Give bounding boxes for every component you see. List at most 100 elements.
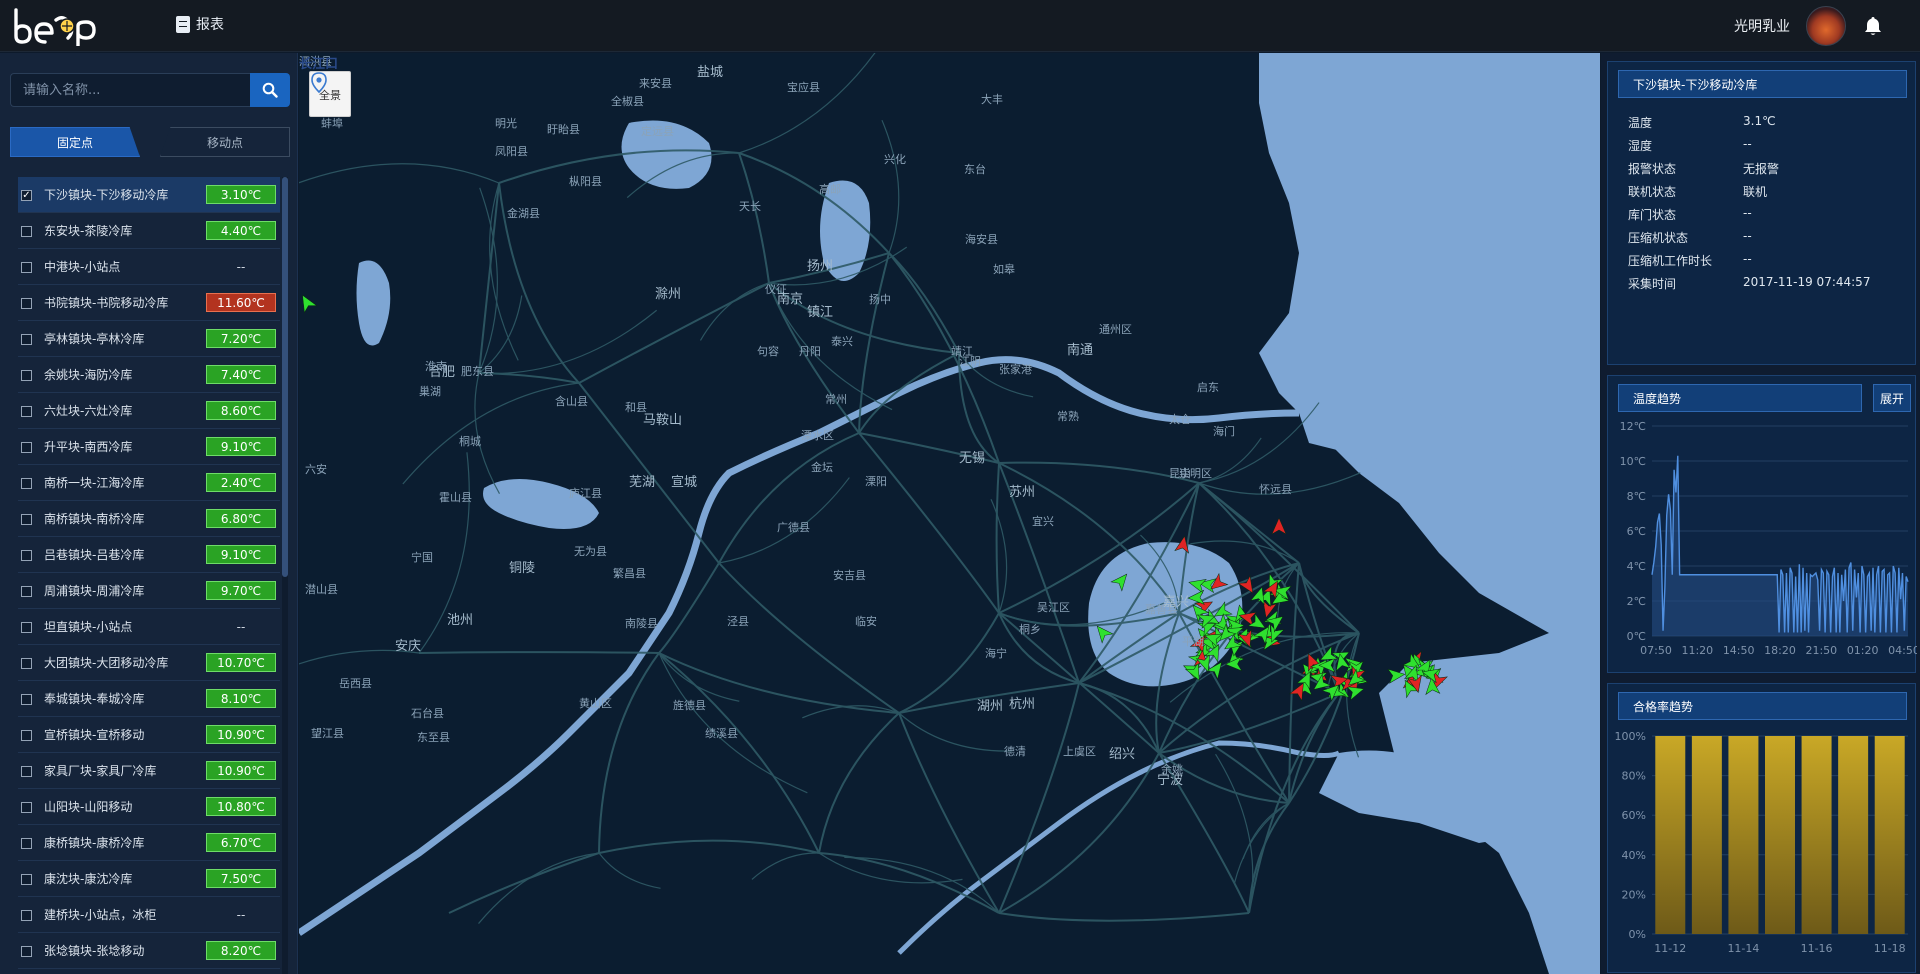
site-list-item[interactable]: 奉城镇块-奉城冷库 8.10℃ (18, 681, 280, 717)
place-label: 杭州 (1009, 697, 1036, 712)
site-checkbox[interactable] (21, 514, 32, 525)
panorama-button[interactable]: 全景 (309, 71, 351, 117)
site-checkbox[interactable] (21, 838, 32, 849)
bell-icon[interactable] (1862, 15, 1884, 37)
site-checkbox[interactable] (21, 802, 32, 813)
site-name: 康沈块-康沈冷库 (44, 872, 133, 886)
site-checkbox[interactable] (21, 658, 32, 669)
site-checkbox[interactable] (21, 694, 32, 705)
temperature-badge: 10.90℃ (206, 761, 276, 780)
avatar[interactable] (1806, 6, 1846, 46)
site-checkbox[interactable] (21, 946, 32, 957)
site-list-item[interactable]: 坦直镇块-小站点 -- (18, 609, 280, 645)
site-list-item[interactable]: 亭林镇块-亭林冷库 7.20℃ (18, 321, 280, 357)
site-checkbox[interactable] (21, 910, 32, 921)
site-checkbox[interactable] (21, 478, 32, 489)
tab-mobile-points[interactable]: 移动点 (160, 127, 290, 157)
detail-field-label: 采集时间 (1628, 277, 1677, 291)
tab-fixed-points[interactable]: 固定点 (10, 127, 140, 157)
site-checkbox[interactable]: ✓ (21, 190, 32, 201)
site-list-item[interactable]: 山阳块-山阳移动 10.80℃ (18, 789, 280, 825)
y-tick-label: 100% (1615, 730, 1646, 743)
site-checkbox[interactable] (21, 406, 32, 417)
site-checkbox[interactable] (21, 586, 32, 597)
search-input[interactable] (10, 73, 250, 107)
list-scrollbar-thumb[interactable] (282, 177, 288, 577)
place-label: 昆山 (1169, 467, 1191, 480)
detail-field-value: -- (1743, 229, 1752, 243)
temperature-badge: 6.70℃ (206, 833, 276, 852)
site-checkbox[interactable] (21, 874, 32, 885)
site-list-item[interactable]: 南桥一块-江海冷库 2.40℃ (18, 465, 280, 501)
temp-trend-chart: 0℃ 2℃ 4℃ 6℃ 8℃ 10℃ 12℃ 07:50 11:20 14:50 18:20 21:5… (1620, 420, 1917, 657)
place-label: 上虞区 (1063, 745, 1096, 758)
site-list-item[interactable]: 周浦镇块-周浦冷库 9.70℃ (18, 573, 280, 609)
site-list-item[interactable]: 建桥块-小站点，冰柜 -- (18, 897, 280, 933)
site-checkbox[interactable] (21, 730, 32, 741)
site-checkbox[interactable] (21, 442, 32, 453)
site-name: 南桥一块-江海冷库 (44, 476, 145, 490)
place-label: 枞阳县 (569, 175, 602, 188)
place-label: 南陵县 (625, 617, 658, 630)
site-list-item[interactable]: 大团镇块-大团移动冷库 10.70℃ (18, 645, 280, 681)
place-label: 南通 (1067, 343, 1094, 358)
site-list-item[interactable]: 余姚块-海防冷库 7.40℃ (18, 357, 280, 393)
site-list-item[interactable]: 吕巷镇块-吕巷冷库 9.10℃ (18, 537, 280, 573)
site-list-item[interactable]: ✓ 下沙镇块-下沙移动冷库 3.10℃ (18, 177, 280, 213)
site-checkbox[interactable] (21, 550, 32, 561)
road (418, 651, 660, 654)
place-label: 岳西县 (339, 677, 372, 690)
pass-rate-bar (1691, 736, 1722, 934)
site-name: 康桥镇块-康桥冷库 (44, 836, 145, 850)
site-checkbox[interactable] (21, 226, 32, 237)
site-list-item[interactable]: 南桥镇块-南桥冷库 6.80℃ (18, 501, 280, 537)
place-label: 盐城 (697, 65, 724, 80)
site-list-item[interactable]: 升平块-南西冷库 9.10℃ (18, 429, 280, 465)
place-label: 桐城 (459, 435, 481, 448)
site-name: 中港块-小站点 (44, 260, 121, 274)
site-checkbox[interactable] (21, 622, 32, 633)
place-label: 江阴 (959, 355, 981, 368)
map-canvas[interactable] (299, 53, 1600, 974)
place-label: 丹阳 (799, 345, 821, 358)
site-list-item[interactable]: 张埝镇块-张埝移动 8.20℃ (18, 933, 280, 969)
site-name: 周浦镇块-周浦冷库 (44, 584, 145, 598)
place-label: 天长 (739, 200, 761, 213)
app-logo[interactable] (12, 6, 98, 46)
place-label: 肥东县 (461, 365, 494, 378)
temperature-badge: 4.40℃ (206, 221, 276, 240)
site-list-item[interactable]: 六灶块-六灶冷库 8.60℃ (18, 393, 280, 429)
place-label: 溧阳 (865, 475, 887, 488)
username[interactable]: 光明乳业 (1734, 16, 1790, 36)
site-list-item[interactable]: 书院镇块-书院移动冷库 11.60℃ (18, 285, 280, 321)
place-label: 马鞍山 (643, 413, 683, 428)
site-list-item[interactable]: 康桥镇块-康桥冷库 6.70℃ (18, 825, 280, 861)
detail-field: 联机状态 联机 (1628, 183, 1767, 200)
site-name: 坦直镇块-小站点 (44, 620, 133, 634)
y-tick-label: 4℃ (1627, 560, 1646, 573)
y-tick-label: 60% (1622, 809, 1646, 822)
place-label: 高邮 (819, 183, 841, 196)
site-list-item[interactable]: 家具厂块-家具厂冷库 10.90℃ (18, 753, 280, 789)
site-list-item[interactable]: 宣桥镇块-宣桥移动 10.90℃ (18, 717, 280, 753)
report-link[interactable]: 报表 (176, 14, 224, 34)
search-button[interactable] (250, 73, 290, 107)
detail-field: 压缩机状态 -- (1628, 229, 1752, 246)
site-checkbox[interactable] (21, 298, 32, 309)
site-checkbox[interactable] (21, 370, 32, 381)
site-list-item[interactable]: 东安块-茶陵冷库 4.40℃ (18, 213, 280, 249)
map-view[interactable]: 全景 盐城 大丰 东台 兴化 宝应县 高邮 天长 海安县 如皋 扬州 仪征 镇江 扬中 泰兴 靖江 江阴 张家港… (299, 53, 1600, 974)
site-list-item[interactable]: 康沈块-康沈冷库 7.50℃ (18, 861, 280, 897)
detail-panel: 下沙镇块-下沙移动冷库 温度 3.1℃ 湿度 -- 报警状态 无报警 联机状态 联机 库门状态 -… (1601, 53, 1920, 974)
site-checkbox[interactable] (21, 262, 32, 273)
site-name: 东安块-茶陵冷库 (44, 224, 133, 238)
site-checkbox[interactable] (21, 766, 32, 777)
x-tick-label: 04:50 (1888, 644, 1917, 657)
y-tick-label: 40% (1622, 849, 1646, 862)
report-label: 报表 (196, 17, 224, 33)
site-list-item[interactable]: 中港块-小站点 -- (18, 249, 280, 285)
list-scrollbar[interactable] (282, 177, 288, 974)
detail-field: 湿度 -- (1628, 137, 1752, 154)
site-checkbox[interactable] (21, 334, 32, 345)
place-label: 宜兴 (1032, 515, 1054, 528)
